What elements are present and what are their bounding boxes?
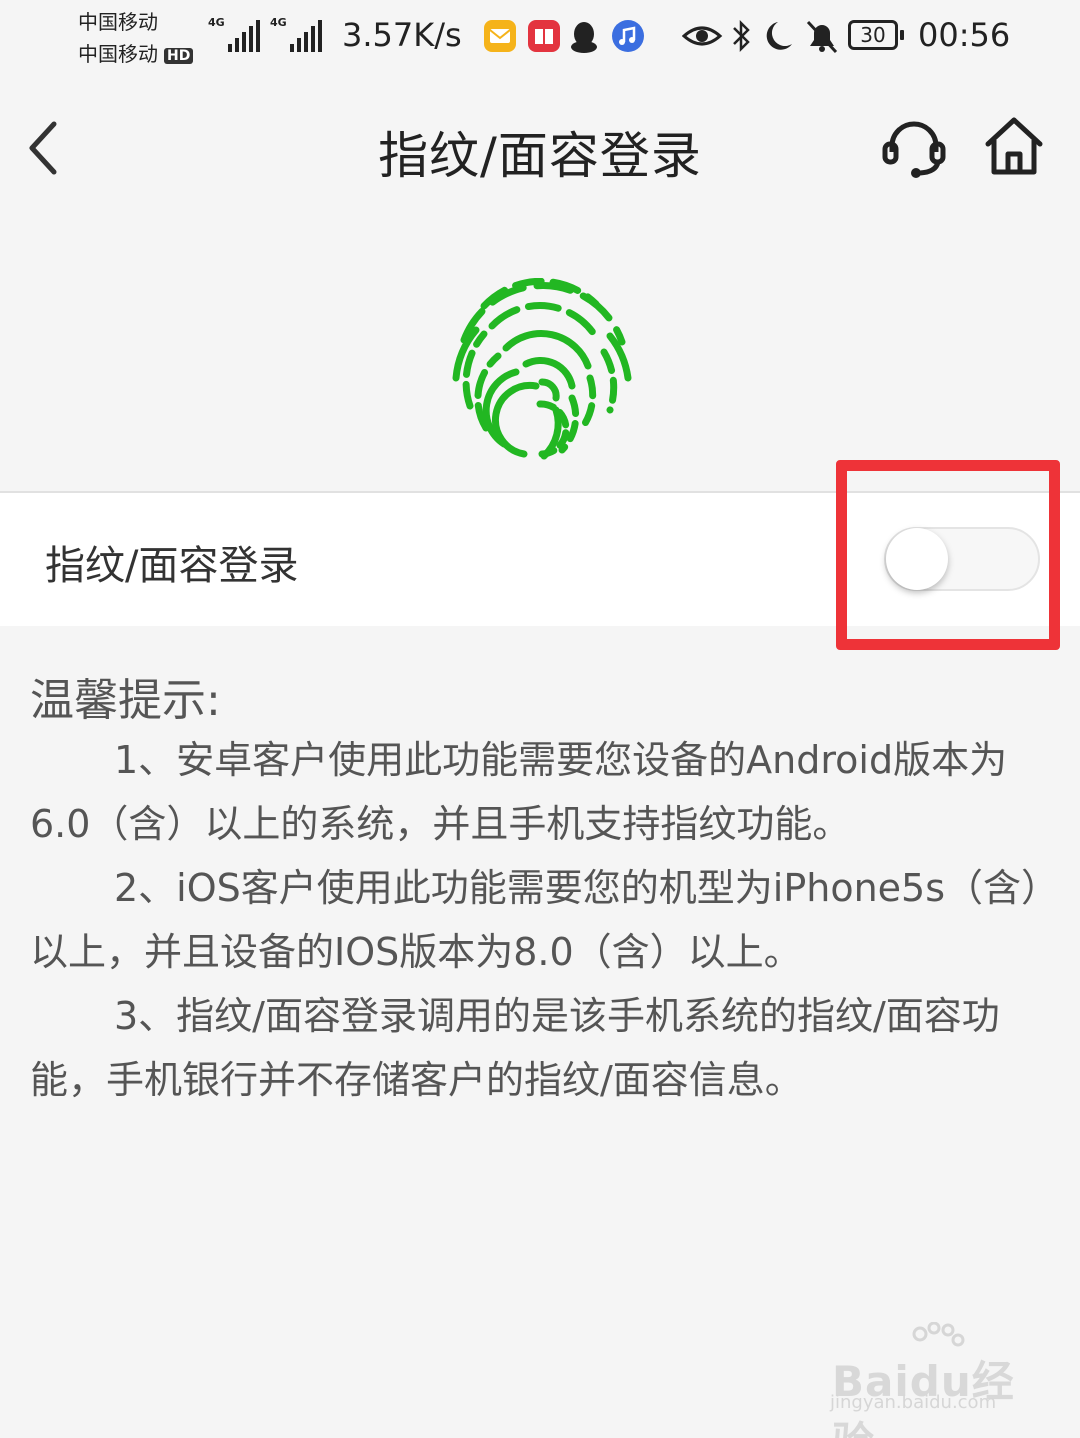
qq-icon — [568, 20, 600, 53]
nav-bar: 指纹/面容登录 — [0, 80, 1080, 220]
eye-icon — [681, 26, 723, 46]
home-icon — [985, 117, 1043, 175]
home-button[interactable] — [982, 114, 1046, 178]
baidu-watermark: Baidu经验 jingyan.baidu.com — [826, 1322, 1026, 1438]
tip-item: 3、指纹/面容登录调用的是该手机系统的指纹/面容功能，手机银行并不存储客户的指纹… — [30, 994, 1000, 1102]
tip-item: 1、安卓客户使用此功能需要您设备的Android版本为6.0（含）以上的系统，并… — [30, 738, 1008, 846]
tip-item: 2、iOS客户使用此功能需要您的机型为iPhone5s（含）以上，并且设备的IO… — [30, 866, 1041, 974]
bluetooth-icon — [733, 19, 750, 53]
page: 中国移动 中国移动 HD 4G 4G 3.57K/s 30 00:56 指纹/面… — [0, 0, 1080, 1438]
net-speed: 3.57K/s — [342, 16, 462, 54]
bell-muted-icon — [806, 20, 838, 54]
moon-icon — [766, 22, 792, 50]
music-app-icon — [612, 20, 644, 52]
hd-badge: HD — [164, 47, 194, 64]
signal-2-icon: 4G — [270, 16, 326, 52]
carrier-2: 中国移动 HD — [78, 38, 194, 67]
battery-indicator: 30 — [848, 20, 904, 50]
tips-title: 温馨提示: — [30, 675, 221, 726]
toggle-knob — [886, 528, 948, 590]
customer-service-button[interactable] — [880, 116, 948, 180]
clock: 00:56 — [918, 16, 1011, 54]
book-app-icon — [528, 20, 560, 52]
signal-1-icon: 4G — [208, 16, 264, 52]
network-2-label: 4G — [270, 16, 287, 29]
fingerprint-login-label: 指纹/面容登录 — [45, 543, 299, 589]
tips-list: 1、安卓客户使用此功能需要您设备的Android版本为6.0（含）以上的系统，并… — [30, 728, 1054, 1112]
watermark-url: jingyan.baidu.com — [830, 1392, 997, 1413]
carrier-1: 中国移动 — [78, 10, 158, 34]
fingerprint-login-toggle[interactable] — [884, 527, 1040, 591]
fingerprint-icon — [444, 277, 636, 468]
carrier-2-label: 中国移动 — [78, 42, 158, 66]
system-icons — [681, 16, 842, 60]
fingerprint-login-row: 指纹/面容登录 — [0, 493, 1080, 626]
status-bar: 中国移动 中国移动 HD 4G 4G 3.57K/s 30 00:56 — [0, 0, 1080, 80]
headset-icon — [882, 121, 946, 178]
mail-app-icon — [484, 20, 516, 52]
network-1-label: 4G — [208, 16, 225, 29]
